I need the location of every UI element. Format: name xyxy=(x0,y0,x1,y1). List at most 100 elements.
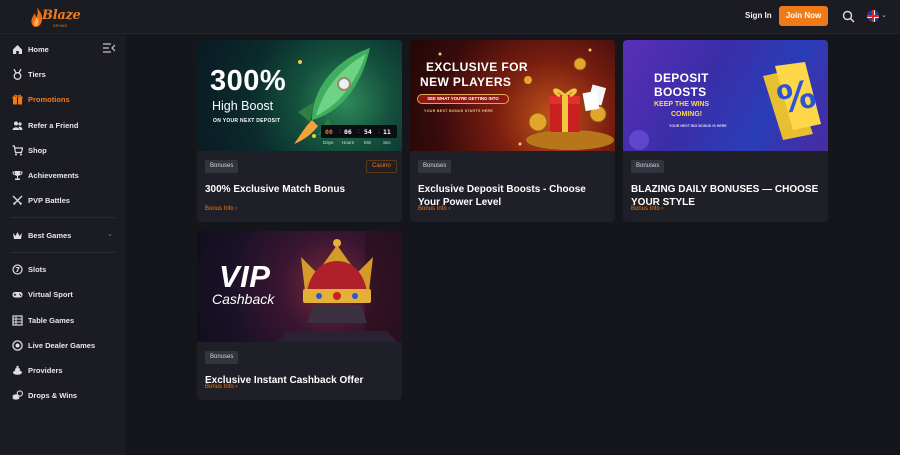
coins-icon xyxy=(12,390,23,400)
sidebar-item-best-games[interactable]: Best Games ⌄ xyxy=(0,227,126,245)
bonus-info-link[interactable]: Bonus Info › xyxy=(631,206,663,212)
sidebar-item-drops-and-wins[interactable]: Drops & Wins xyxy=(0,387,126,405)
banner-headline-line1: EXCLUSIVE FOR xyxy=(426,60,528,74)
chevron-down-icon: ⌄ xyxy=(881,12,887,19)
banner-headline: 300% xyxy=(210,65,287,97)
swords-icon xyxy=(12,195,23,206)
bonus-info-label: Bonus Info xyxy=(418,206,447,212)
sidebar-item-pvp-battles[interactable]: PVP Battles xyxy=(0,192,126,210)
sidebar-item-achievements[interactable]: Achievements xyxy=(0,167,126,185)
tag-bonuses: Bonuses xyxy=(418,160,452,173)
cart-icon xyxy=(12,145,23,156)
home-icon xyxy=(13,45,22,54)
countdown-label-min: Min xyxy=(364,140,372,145)
chevron-right-icon: › xyxy=(448,206,451,212)
bonus-info-link[interactable]: Bonus Info › xyxy=(418,206,450,212)
promo-card[interactable]: % DEPOSIT BOOSTS KEEP THE WINS COMING! Y… xyxy=(623,40,828,222)
promo-banner-deposit-boosts: % DEPOSIT BOOSTS KEEP THE WINS COMING! Y… xyxy=(623,40,828,151)
countdown-label-days: Days xyxy=(323,140,334,145)
sidebar-item-home[interactable]: Home xyxy=(0,41,126,59)
sidebar-item-label: Slots xyxy=(28,265,47,274)
banner-headline: VIP xyxy=(219,259,271,294)
sidebar-item-label: Tiers xyxy=(28,70,46,79)
banner-headline-line2: NEW PLAYERS xyxy=(420,75,512,89)
sidebar-item-table-games[interactable]: Table Games xyxy=(0,312,126,330)
banner-headline-line2: BOOSTS xyxy=(654,85,707,99)
gamepad-icon xyxy=(12,292,23,298)
sidebar: Home Tiers Promotions Refer a Friend Sho… xyxy=(0,34,126,455)
sidebar-item-label: PVP Battles xyxy=(28,196,70,205)
sidebar-item-label: Virtual Sport xyxy=(28,290,73,299)
promo-banner-exclusive-new-players: EXCLUSIVE FOR NEW PLAYERS SEE WHAT YOU'R… xyxy=(410,40,615,151)
banner-tagline-line1: KEEP THE WINS xyxy=(654,101,710,108)
countdown-seconds: 11 xyxy=(383,128,391,136)
tag-bonuses: Bonuses xyxy=(205,160,239,173)
countdown-separator: : xyxy=(358,128,360,135)
sidebar-item-label: Refer a Friend xyxy=(28,121,79,130)
banner-caption: ON YOUR NEXT DEPOSIT xyxy=(213,118,281,124)
search-icon[interactable] xyxy=(842,10,855,23)
sidebar-item-live-dealer-games[interactable]: Live Dealer Games xyxy=(0,337,126,355)
sidebar-item-label: Live Dealer Games xyxy=(28,341,96,350)
users-icon xyxy=(12,121,23,130)
brand-logo[interactable]: Blaze SPINS xyxy=(29,6,81,30)
logo-text: Blaze xyxy=(42,8,81,23)
sidebar-item-slots[interactable]: 7 Slots xyxy=(0,261,126,279)
countdown-label-sec: Sec xyxy=(383,140,391,145)
percent-symbol: % xyxy=(773,72,819,123)
countdown-hours: 06 xyxy=(344,128,352,136)
chevron-down-icon: ⌄ xyxy=(107,231,113,238)
sidebar-item-shop[interactable]: Shop xyxy=(0,142,126,160)
promo-banner-vip-cashback: VIP Cashback xyxy=(197,231,402,342)
bonus-info-label: Bonus Info xyxy=(205,206,234,212)
chip-icon xyxy=(12,340,23,351)
sidebar-item-label: Achievements xyxy=(28,171,79,180)
countdown-days: 00 xyxy=(325,128,333,136)
banner-subheadline: Cashback xyxy=(212,291,275,307)
countdown-separator: : xyxy=(339,128,341,135)
gift-icon xyxy=(12,94,23,105)
sidebar-divider xyxy=(10,252,116,253)
tag-bonuses: Bonuses xyxy=(205,351,239,364)
sidebar-item-refer-a-friend[interactable]: Refer a Friend xyxy=(0,117,126,135)
sidebar-item-label: Best Games xyxy=(28,231,72,240)
sidebar-item-promotions[interactable]: Promotions xyxy=(0,91,126,109)
bonus-info-link[interactable]: Bonus Info › xyxy=(205,206,237,212)
chevron-right-icon: › xyxy=(661,206,664,212)
uk-flag-icon xyxy=(867,10,879,22)
sidebar-item-providers[interactable]: Providers xyxy=(0,362,126,380)
sidebar-item-label: Drops & Wins xyxy=(28,391,78,400)
promo-card[interactable]: EXCLUSIVE FOR NEW PLAYERS SEE WHAT YOU'R… xyxy=(410,40,615,222)
trophy-icon xyxy=(12,171,23,180)
svg-text:7: 7 xyxy=(15,266,20,274)
bonus-info-link[interactable]: Bonus Info › xyxy=(205,384,237,390)
join-now-button[interactable]: Join Now xyxy=(779,6,828,26)
sidebar-item-virtual-sport[interactable]: Virtual Sport xyxy=(0,286,126,304)
sidebar-item-label: Promotions xyxy=(28,95,70,104)
crown-icon xyxy=(13,232,22,239)
slots-icon: 7 xyxy=(12,264,23,275)
top-bar: Blaze SPINS Sign In Join Now ⌄ xyxy=(0,0,900,34)
promo-banner-300-high-boost: 300% High Boost ON YOUR NEXT DEPOSIT 00 … xyxy=(197,40,402,151)
sidebar-item-tiers[interactable]: Tiers xyxy=(0,66,126,84)
sidebar-item-label: Providers xyxy=(28,366,63,375)
promo-title[interactable]: 300% Exclusive Match Bonus xyxy=(205,184,395,197)
countdown-label-hours: Hours xyxy=(342,140,355,145)
banner-headline-line1: DEPOSIT xyxy=(654,71,709,85)
banner-caption: YOUR NEXT BIG BONUS IS HERE xyxy=(669,124,727,128)
countdown-separator: : xyxy=(378,128,380,135)
tag-casino: Casino xyxy=(366,160,397,173)
banner-subheadline: High Boost xyxy=(212,99,274,113)
medal-icon xyxy=(13,69,22,80)
tag-bonuses: Bonuses xyxy=(631,160,665,173)
banner-cta-button: SEE WHAT YOU'RE GETTING INTO xyxy=(417,94,509,104)
chevron-right-icon: › xyxy=(235,384,238,390)
bonus-info-label: Bonus Info xyxy=(631,206,660,212)
countdown-minutes: 54 xyxy=(364,128,372,136)
promo-card[interactable]: VIP Cashback Bonuses Exclusive Instant C… xyxy=(197,231,402,400)
language-selector[interactable]: ⌄ xyxy=(867,10,889,22)
promo-card[interactable]: 300% High Boost ON YOUR NEXT DEPOSIT 00 … xyxy=(197,40,402,222)
sign-in-link[interactable]: Sign In xyxy=(745,11,772,20)
sidebar-item-label: Table Games xyxy=(28,316,75,325)
chevron-right-icon: › xyxy=(235,206,238,212)
